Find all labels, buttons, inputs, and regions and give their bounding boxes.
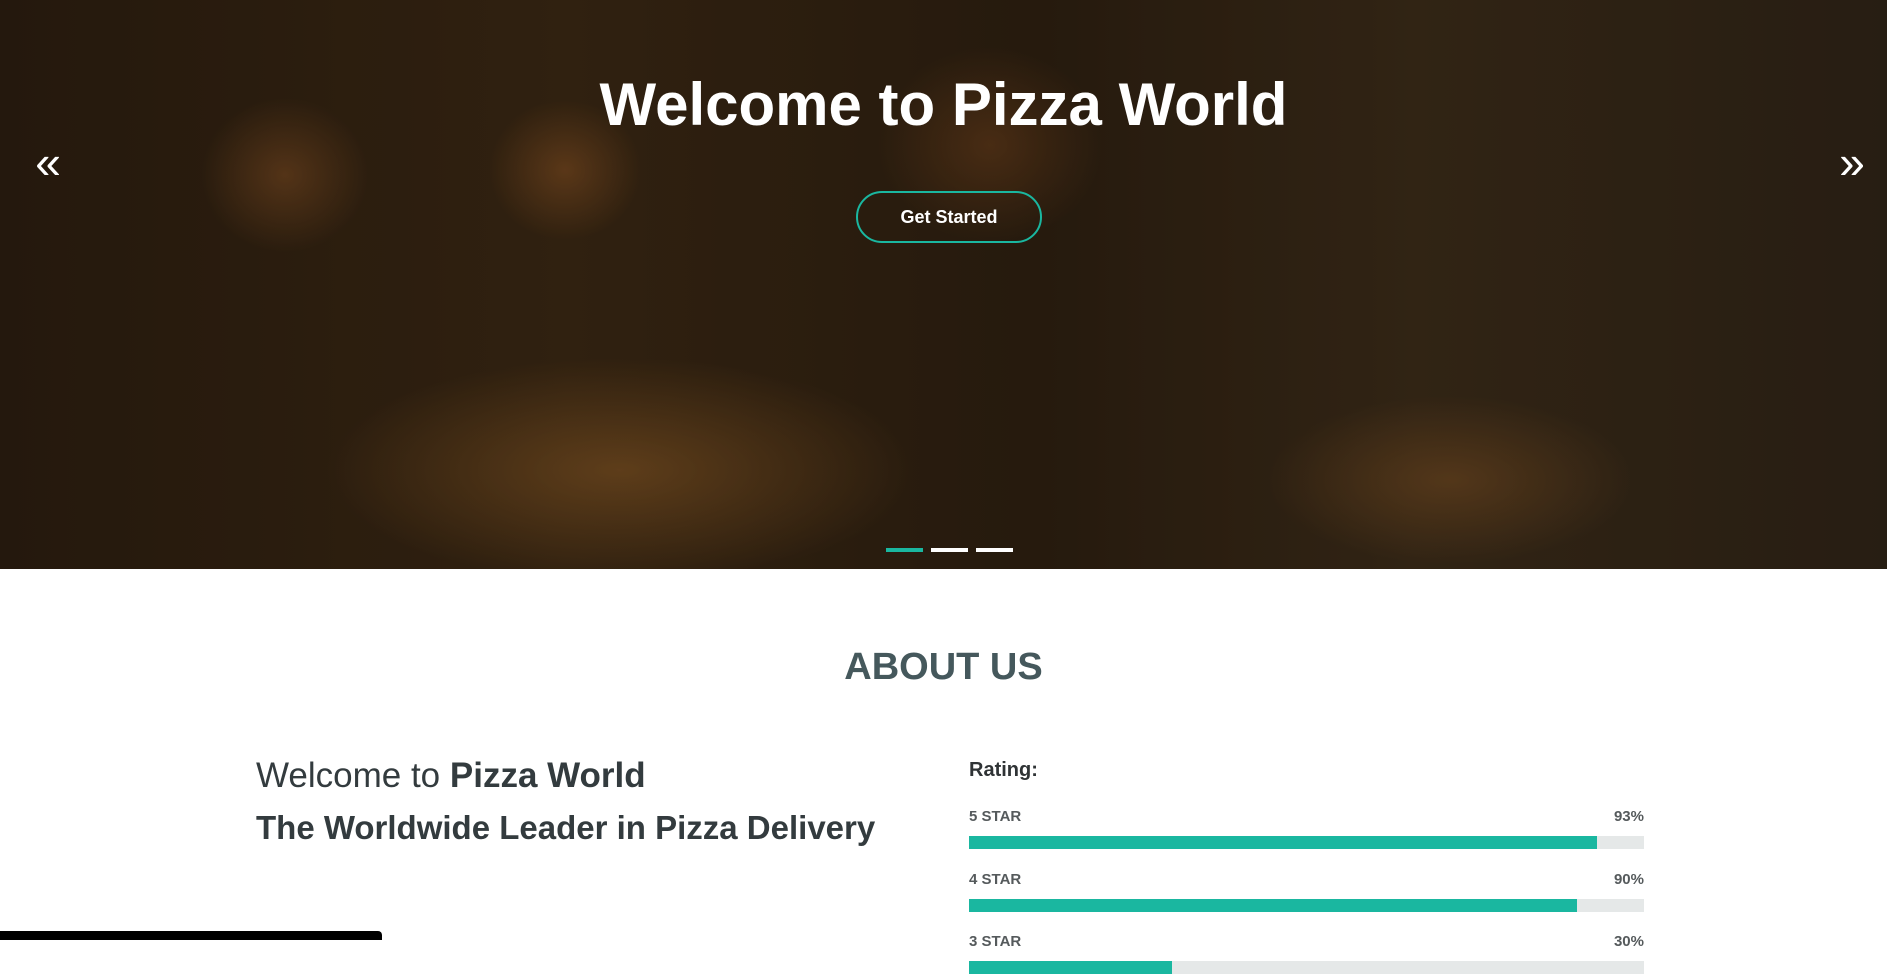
rating-bar-fill xyxy=(969,899,1577,912)
carousel-indicators xyxy=(886,548,1013,552)
about-heading: ABOUT US xyxy=(844,646,1043,688)
rating-label: 3 STAR xyxy=(969,933,1022,950)
rating-bar-fill xyxy=(969,961,1172,974)
rating-percent: 30% xyxy=(1613,933,1644,950)
carousel-indicator-2[interactable] xyxy=(931,548,968,552)
rating-label: 4 STAR xyxy=(969,871,1022,888)
rating-title: Rating: xyxy=(969,759,1038,781)
rating-bar-track xyxy=(969,899,1644,912)
bottom-overlay-bar xyxy=(0,931,382,940)
welcome-line: Welcome to Pizza World xyxy=(256,754,646,798)
rating-percent: 93% xyxy=(1613,808,1644,825)
rating-label: 5 STAR xyxy=(969,808,1022,825)
welcome-brand: Pizza World xyxy=(449,756,646,795)
tagline: The Worldwide Leader in Pizza Delivery xyxy=(256,809,876,846)
hero-carousel: Welcome to Pizza World Get Started « » xyxy=(0,0,1887,569)
get-started-button[interactable]: Get Started xyxy=(856,191,1042,243)
carousel-prev-icon[interactable]: « xyxy=(28,139,68,185)
rating-percent: 90% xyxy=(1613,871,1644,888)
rating-bar-track xyxy=(969,836,1644,849)
carousel-next-icon[interactable]: » xyxy=(1832,139,1872,185)
carousel-indicator-1[interactable] xyxy=(886,548,923,552)
welcome-prefix: Welcome to xyxy=(256,756,450,795)
hero-title: Welcome to Pizza World xyxy=(599,71,1288,138)
carousel-indicator-3[interactable] xyxy=(976,548,1013,552)
rating-bar-fill xyxy=(969,836,1597,849)
rating-bar-track xyxy=(969,961,1644,974)
